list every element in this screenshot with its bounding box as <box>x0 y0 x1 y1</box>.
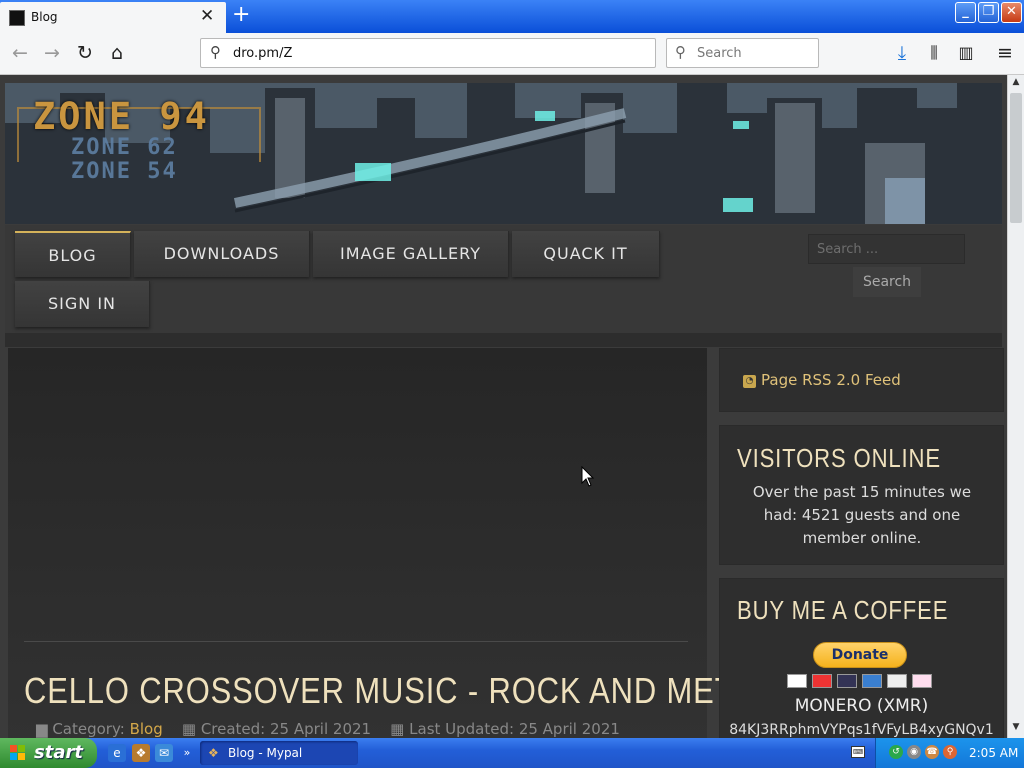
category-link[interactable]: Blog <box>130 720 163 738</box>
search-tray-icon[interactable]: ⚲ <box>943 745 957 759</box>
header-divider <box>5 333 1002 347</box>
new-tab-icon[interactable]: + <box>232 3 250 27</box>
search-icon: ⚲ <box>675 43 686 61</box>
created-date: Created: 25 April 2021 <box>200 720 372 738</box>
maestro-icon <box>837 674 857 688</box>
search-placeholder: Search <box>697 46 742 61</box>
system-tray: ↺ ◉ ☎ ⚲ 2:05 AM <box>875 738 1024 768</box>
amex-icon <box>862 674 882 688</box>
logo-sub-line-2: ZONE 54 <box>71 159 178 184</box>
nav-bar: ← → ↻ ⌂ ⚲ dro.pm/Z ⚲ Search ⤓ ⫼ ▥ ≡ <box>0 33 1024 75</box>
start-button[interactable]: start <box>0 738 97 768</box>
tab-strip: Blog ✕ + _ ❐ ✕ <box>0 0 1024 33</box>
article-title[interactable]: CELLO CROSSOVER MUSIC - ROCK AND METAL <box>24 670 772 712</box>
taskbar-window-button[interactable]: ❖ Blog - Mypal <box>200 741 358 765</box>
article-area: CELLO CROSSOVER MUSIC - ROCK AND METAL ▆… <box>8 348 771 738</box>
rss-icon: ◔ <box>743 375 756 388</box>
restore-button[interactable]: ❐ <box>978 2 999 23</box>
mypal-icon: ❖ <box>208 746 219 760</box>
network-icon[interactable]: ↺ <box>889 745 903 759</box>
taskbar-window-label: Blog - Mypal <box>228 746 303 760</box>
chevron-right-icon[interactable]: » <box>178 744 196 762</box>
browser-window: Blog ✕ + _ ❐ ✕ ← → ↻ ⌂ ⚲ dro.pm/Z ⚲ Sear… <box>0 0 1024 738</box>
article-separator <box>24 641 688 642</box>
phone-icon[interactable]: ☎ <box>925 745 939 759</box>
start-label: start <box>34 742 83 763</box>
rss-box: ◔ Page RSS 2.0 Feed <box>719 348 1004 412</box>
library-icon[interactable]: ⫼ <box>922 41 946 65</box>
menu-item-blog[interactable]: BLOG <box>15 231 131 277</box>
site-search-input[interactable]: Search ... <box>808 234 965 264</box>
scroll-up-icon[interactable]: ▲ <box>1009 77 1023 91</box>
taskbar: start e ❖ ✉ » ❖ Blog - Mypal ⌨ ↺ ◉ ☎ ⚲ 2… <box>0 738 1024 768</box>
visitors-box: VISITORS ONLINE Over the past 15 minutes… <box>719 425 1004 565</box>
mypal-quicklaunch-icon[interactable]: ❖ <box>132 744 150 762</box>
category-label: Category: <box>52 720 125 738</box>
menu-icon[interactable]: ≡ <box>993 41 1017 65</box>
donate-button[interactable]: Donate <box>813 642 907 668</box>
main-menu: BLOG DOWNLOADS IMAGE GALLERY QUACK IT SI… <box>5 225 1002 333</box>
article-meta: ▆ Category: Blog ▦ Created: 25 April 202… <box>36 720 620 738</box>
monero-label: MONERO (XMR) <box>794 696 929 716</box>
coffee-box: BUY ME A COFFEE Donate MONERO (XMR) 84KJ… <box>719 578 1004 738</box>
home-icon[interactable]: ⌂ <box>105 41 129 65</box>
monero-address[interactable]: 84KJ3RRphmVYPqs1fVFyLB4xyGNQv1 <box>719 722 1004 738</box>
calendar-icon: ▦ <box>390 720 405 738</box>
close-button[interactable]: ✕ <box>1001 2 1022 23</box>
search-icon: ⚲ <box>210 43 221 61</box>
menu-item-downloads[interactable]: DOWNLOADS <box>134 231 310 277</box>
calendar-icon: ▦ <box>181 720 197 738</box>
windows-logo-icon <box>10 745 25 760</box>
tab-title: Blog <box>31 10 58 24</box>
scroll-thumb[interactable] <box>1010 93 1022 223</box>
menu-item-sign-in[interactable]: SIGN IN <box>15 281 150 327</box>
forward-icon[interactable]: → <box>40 41 64 65</box>
site-logo[interactable]: ZONE 94 <box>33 95 210 138</box>
site-logo-sub: ZONE 62 ZONE 54 <box>71 136 178 184</box>
mastercard-icon <box>812 674 832 688</box>
folder-icon: ▆ <box>36 720 48 738</box>
favicon-icon <box>9 10 25 26</box>
outlook-icon[interactable]: ✉ <box>155 744 173 762</box>
url-text[interactable]: dro.pm/Z <box>233 46 292 61</box>
ie-icon[interactable]: e <box>108 744 126 762</box>
logo-sub-line-1: ZONE 62 <box>71 135 178 160</box>
vertical-scrollbar[interactable]: ▲ ▼ <box>1007 75 1024 738</box>
bank-icon <box>912 674 932 688</box>
back-icon[interactable]: ← <box>8 41 32 65</box>
menu-item-image-gallery[interactable]: IMAGE GALLERY <box>313 231 509 277</box>
visitors-title: VISITORS ONLINE <box>737 443 941 473</box>
reload-icon[interactable]: ↻ <box>73 41 97 65</box>
safely-remove-icon[interactable]: ◉ <box>907 745 921 759</box>
scroll-down-icon[interactable]: ▼ <box>1009 722 1023 736</box>
download-icon[interactable]: ⤓ <box>890 41 914 65</box>
updated-date: Last Updated: 25 April 2021 <box>409 720 620 738</box>
coffee-title: BUY ME A COFFEE <box>737 595 949 625</box>
tab-close-icon[interactable]: ✕ <box>200 6 214 26</box>
discover-icon <box>887 674 907 688</box>
header-banner: ZONE 94 ZONE 62 ZONE 54 <box>5 83 1002 224</box>
web-page: ZONE 94 ZONE 62 ZONE 54 BLOG DOWNLOADS I… <box>0 75 1007 738</box>
menu-item-quack-it[interactable]: QUACK IT <box>512 231 660 277</box>
payment-cards <box>787 674 935 688</box>
visitors-text: Over the past 15 minutes we had: 4521 gu… <box>752 483 972 547</box>
keyboard-icon[interactable]: ⌨ <box>851 746 865 758</box>
tab-blog[interactable]: Blog ✕ <box>0 2 226 33</box>
sidebar-icon[interactable]: ▥ <box>954 41 978 65</box>
rss-link[interactable]: Page RSS 2.0 Feed <box>761 371 901 389</box>
visa-icon <box>787 674 807 688</box>
minimize-button[interactable]: _ <box>955 2 976 23</box>
site-search-button[interactable]: Search <box>853 267 921 297</box>
address-bar[interactable]: ⚲ dro.pm/Z <box>200 38 656 68</box>
browser-search-input[interactable]: ⚲ Search <box>666 38 819 68</box>
clock[interactable]: 2:05 AM <box>969 746 1018 760</box>
mouse-cursor-icon <box>581 466 595 487</box>
